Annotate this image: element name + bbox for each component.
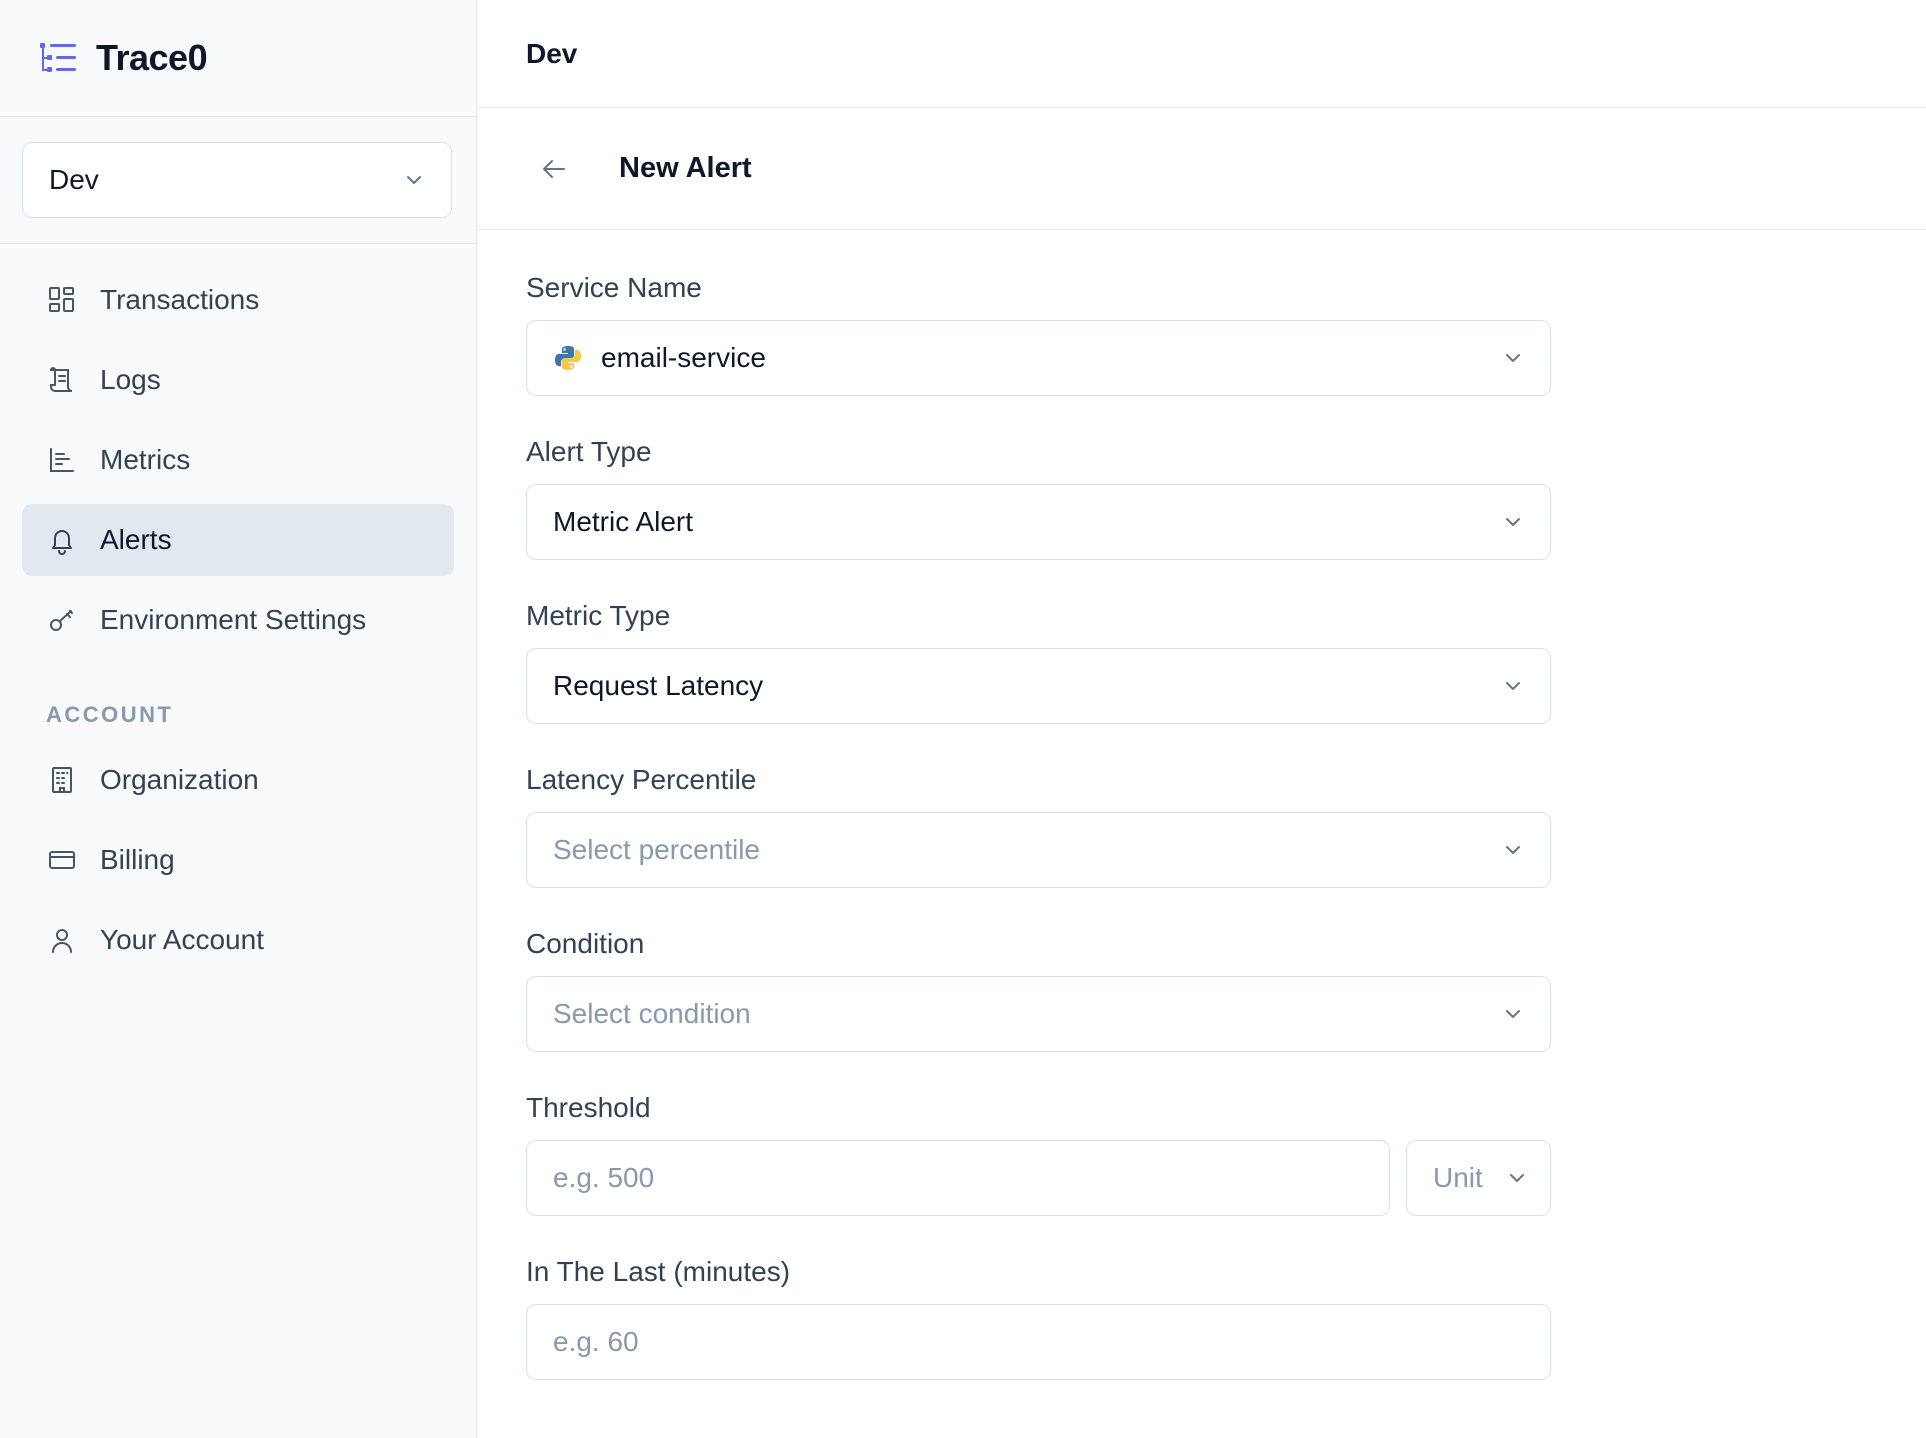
in-the-last-field: In The Last (minutes)	[526, 1256, 1551, 1380]
in-the-last-label: In The Last (minutes)	[526, 1256, 791, 1287]
service-name-field: Service Name email-service	[526, 272, 1551, 396]
sidebar-item-label: Alerts	[100, 524, 172, 555]
chevron-down-icon	[1502, 347, 1524, 369]
arrow-left-icon	[543, 159, 565, 178]
scroll-icon	[46, 364, 78, 396]
threshold-label: Threshold	[526, 1092, 651, 1123]
key-icon	[46, 604, 78, 636]
latency-percentile-field: Latency Percentile Select percentile	[526, 764, 1551, 888]
sidebar-item-metrics[interactable]: Metrics	[22, 424, 454, 496]
topbar-title: Dev	[526, 37, 578, 69]
environment-select-value: Dev	[49, 164, 99, 195]
metric-type-field: Metric Type Request Latency	[526, 600, 1551, 724]
bar-chart-icon	[46, 444, 78, 476]
user-icon	[46, 924, 78, 956]
in-the-last-input[interactable]	[526, 1304, 1551, 1380]
metric-type-value: Request Latency	[553, 670, 764, 701]
page-title: New Alert	[619, 152, 752, 184]
latency-percentile-select[interactable]: Select percentile	[526, 812, 1551, 888]
latency-percentile-placeholder: Select percentile	[553, 834, 761, 865]
condition-select[interactable]: Select condition	[526, 976, 1551, 1052]
condition-field: Condition Select condition	[526, 928, 1551, 1052]
topbar: Dev	[477, 0, 1926, 108]
environment-select[interactable]: Dev	[22, 142, 452, 218]
service-name-value: email-service	[601, 342, 766, 373]
main-content: Dev New Alert Service Name email-service…	[477, 0, 1926, 1438]
chevron-down-icon	[1502, 511, 1524, 533]
account-section-title: ACCOUNT	[46, 702, 174, 727]
metric-type-select[interactable]: Request Latency	[526, 648, 1551, 724]
chevron-down-icon	[1502, 1003, 1524, 1025]
sidebar-item-label: Metrics	[100, 444, 191, 475]
chevron-down-icon	[403, 169, 425, 191]
python-icon	[553, 343, 583, 373]
sidebar-item-your-account[interactable]: Your Account	[22, 904, 454, 976]
alert-type-select[interactable]: Metric Alert	[526, 484, 1551, 560]
sidebar-item-alerts[interactable]: Alerts	[22, 504, 454, 576]
bell-icon	[46, 524, 78, 556]
page-header: New Alert	[477, 108, 1926, 230]
sidebar-item-label: Billing	[100, 844, 175, 875]
sidebar-item-label: Your Account	[100, 924, 264, 955]
unit-select[interactable]: Unit	[1406, 1140, 1551, 1216]
brand[interactable]: Trace0	[0, 0, 476, 117]
brand-name: Trace0	[96, 37, 208, 78]
alert-type-field: Alert Type Metric Alert	[526, 436, 1551, 560]
sidebar-item-label: Transactions	[100, 284, 260, 315]
sidebar-nav: Transactions Logs Metrics Alerts Environ…	[0, 244, 476, 664]
building-icon	[46, 764, 78, 796]
app-root: Trace0 Dev Transactions Logs Metrics Ale…	[0, 0, 1926, 1438]
alert-type-label: Alert Type	[526, 436, 652, 467]
service-name-select[interactable]: email-service	[526, 320, 1551, 396]
sidebar-item-label: Organization	[100, 764, 259, 795]
chevron-down-icon	[1502, 839, 1524, 861]
unit-select-placeholder: Unit	[1433, 1162, 1483, 1193]
new-alert-form: Service Name email-service Alert Type Me…	[477, 230, 1551, 1420]
sidebar: Trace0 Dev Transactions Logs Metrics Ale…	[0, 0, 477, 1438]
chevron-down-icon	[1502, 675, 1524, 697]
metric-type-label: Metric Type	[526, 600, 671, 631]
sidebar-item-billing[interactable]: Billing	[22, 824, 454, 896]
sidebar-item-logs[interactable]: Logs	[22, 344, 454, 416]
condition-placeholder: Select condition	[553, 998, 751, 1029]
back-button[interactable]	[529, 144, 579, 194]
threshold-field: Threshold Unit	[526, 1092, 1551, 1216]
environment-selector-wrap: Dev	[0, 117, 476, 244]
sidebar-item-label: Logs	[100, 364, 161, 395]
threshold-input[interactable]	[526, 1140, 1390, 1216]
condition-label: Condition	[526, 928, 645, 959]
grid-icon	[46, 284, 78, 316]
threshold-row: Unit	[526, 1140, 1551, 1216]
sidebar-item-environment-settings[interactable]: Environment Settings	[22, 584, 454, 656]
latency-percentile-label: Latency Percentile	[526, 764, 757, 795]
service-name-label: Service Name	[526, 272, 702, 303]
sidebar-item-organization[interactable]: Organization	[22, 744, 454, 816]
alert-type-value: Metric Alert	[553, 506, 694, 537]
credit-card-icon	[46, 844, 78, 876]
sidebar-item-label: Environment Settings	[100, 604, 367, 635]
service-name-select-content: email-service	[553, 342, 766, 374]
sidebar-item-transactions[interactable]: Transactions	[22, 264, 454, 336]
trace-logo-icon	[38, 40, 78, 76]
chevron-down-icon	[1506, 1167, 1528, 1189]
account-nav: Organization Billing Your Account	[0, 744, 476, 984]
